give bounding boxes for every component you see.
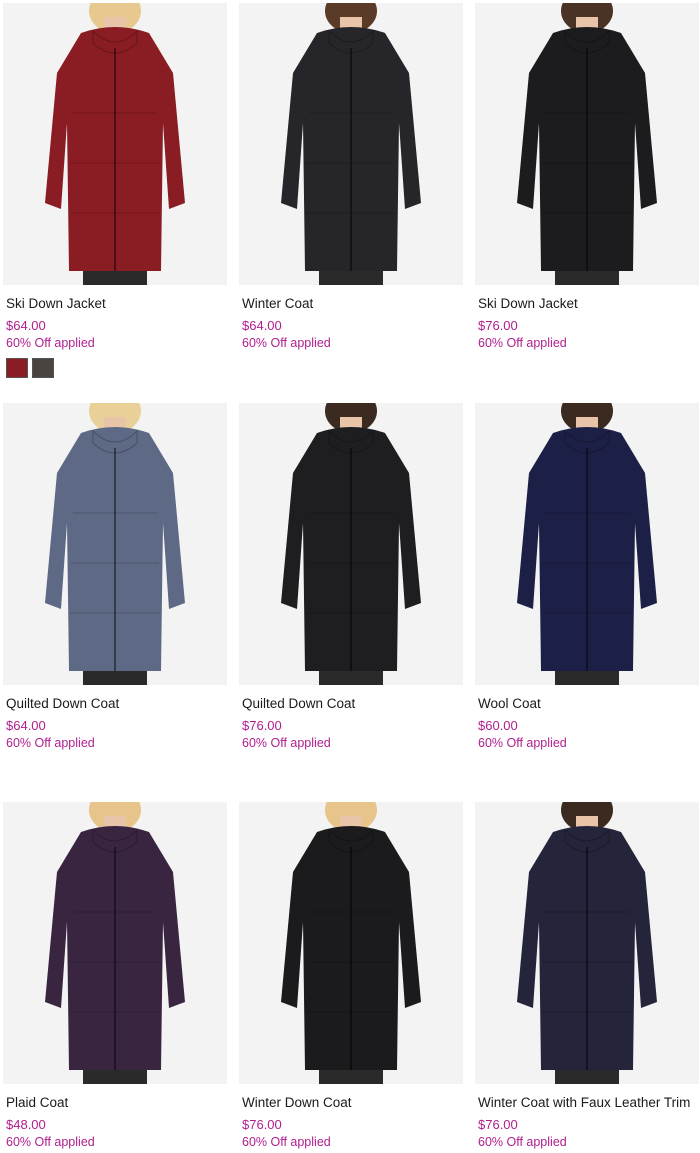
promo-label: 60% Off applied [6, 736, 95, 750]
promo-label: 60% Off applied [478, 1135, 567, 1149]
promo-label: 60% Off applied [242, 736, 331, 750]
promo-label: 60% Off applied [242, 1135, 331, 1149]
product-price: $64.00 [242, 318, 282, 333]
product-image[interactable] [239, 403, 463, 685]
product-image[interactable] [475, 403, 699, 685]
product-price: $76.00 [478, 1117, 518, 1132]
product-image[interactable] [3, 403, 227, 685]
product-name[interactable]: Winter Down Coat [242, 1095, 352, 1110]
product-name[interactable]: Ski Down Jacket [6, 296, 106, 311]
promo-label: 60% Off applied [242, 336, 331, 350]
product-price: $76.00 [478, 318, 518, 333]
color-swatches [6, 358, 54, 378]
product-image[interactable] [475, 3, 699, 285]
product-name[interactable]: Ski Down Jacket [478, 296, 578, 311]
promo-label: 60% Off applied [478, 336, 567, 350]
product-price: $60.00 [478, 718, 518, 733]
product-image[interactable] [239, 3, 463, 285]
product-price: $76.00 [242, 1117, 282, 1132]
product-price: $64.00 [6, 718, 46, 733]
product-name[interactable]: Quilted Down Coat [6, 696, 119, 711]
color-swatch-charcoal[interactable] [32, 358, 54, 378]
color-swatch-red[interactable] [6, 358, 28, 378]
promo-label: 60% Off applied [6, 1135, 95, 1149]
product-name[interactable]: Plaid Coat [6, 1095, 68, 1110]
product-name[interactable]: Quilted Down Coat [242, 696, 355, 711]
product-image[interactable] [3, 802, 227, 1084]
product-price: $76.00 [242, 718, 282, 733]
product-name[interactable]: Winter Coat [242, 296, 313, 311]
product-image[interactable] [475, 802, 699, 1084]
product-image[interactable] [3, 3, 227, 285]
promo-label: 60% Off applied [6, 336, 95, 350]
product-price: $64.00 [6, 318, 46, 333]
promo-label: 60% Off applied [478, 736, 567, 750]
product-price: $48.00 [6, 1117, 46, 1132]
product-name[interactable]: Wool Coat [478, 696, 541, 711]
product-image[interactable] [239, 802, 463, 1084]
product-name[interactable]: Winter Coat with Faux Leather Trim [478, 1095, 690, 1110]
